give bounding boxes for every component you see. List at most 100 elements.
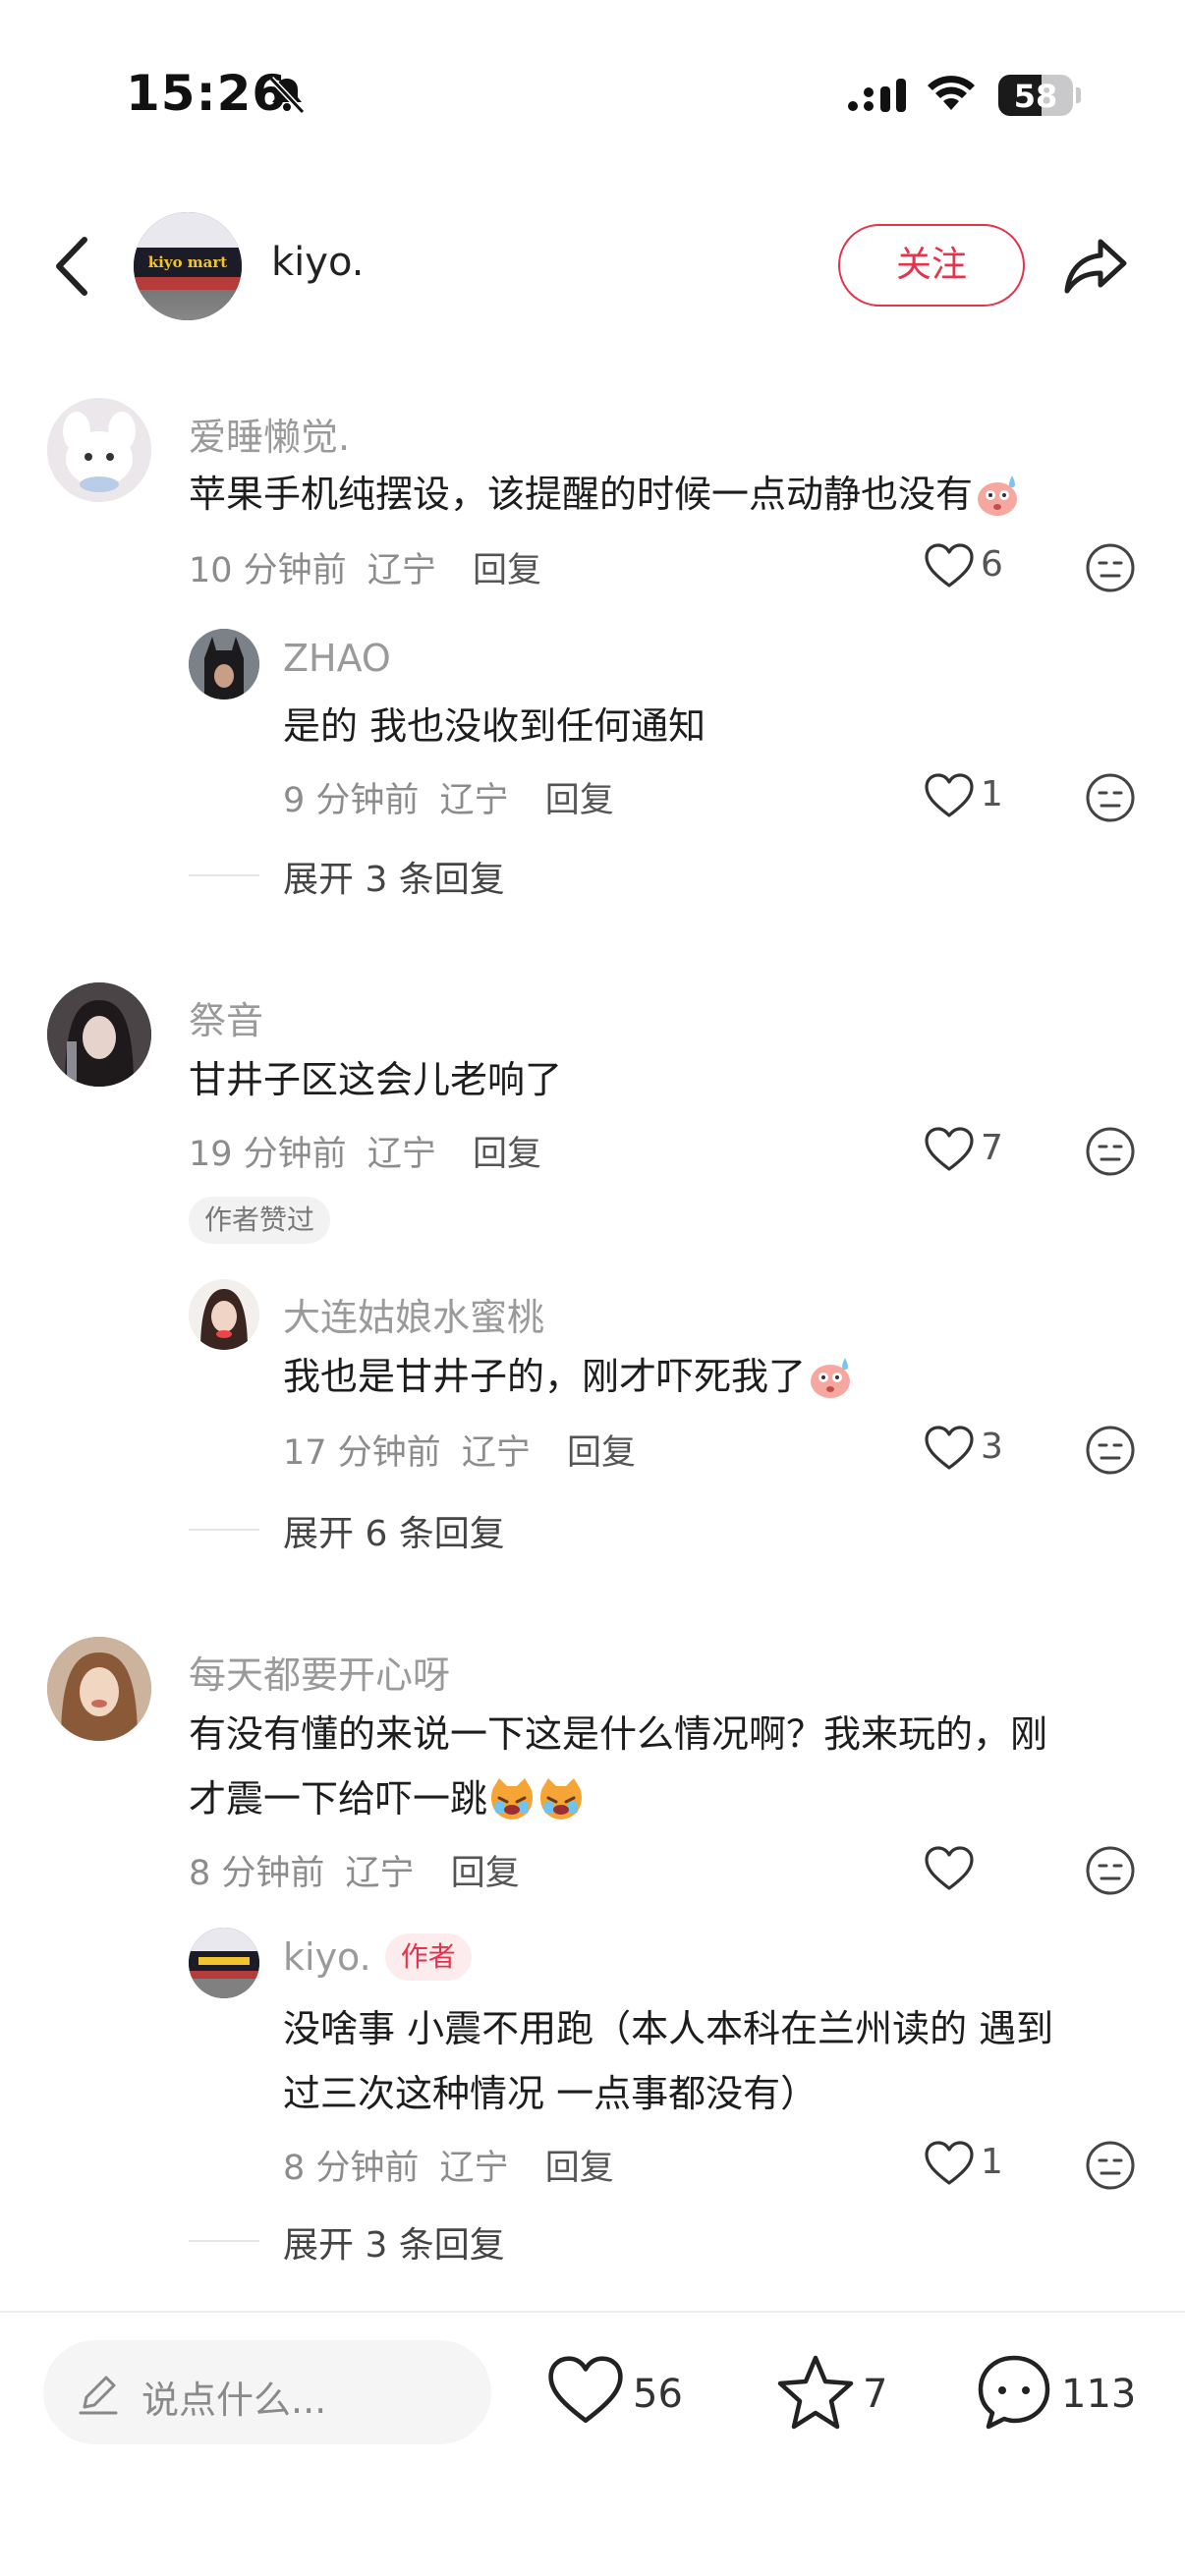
like-count: 1 <box>981 2142 1003 2182</box>
author-liked-badge: 作者赞过 <box>189 1197 331 1244</box>
avatar[interactable] <box>47 398 151 502</box>
share-icon[interactable] <box>1061 232 1130 301</box>
star-icon <box>777 2355 854 2430</box>
comment-username[interactable]: 每天都要开心呀 <box>189 1645 450 1699</box>
dislike-face-icon[interactable] <box>1085 2140 1136 2191</box>
avatar-batman-image <box>189 629 259 700</box>
reply-username[interactable]: 大连姑娘水蜜桃 <box>283 1287 544 1341</box>
comment-location: 辽宁 <box>367 1135 436 1174</box>
comment-time: 19 分钟前 <box>189 1135 347 1174</box>
comment-time: 8 分钟前 <box>189 1854 325 1893</box>
avatar-girl-image <box>47 1637 151 1741</box>
avatar[interactable] <box>47 982 151 1087</box>
like-count: 3 <box>981 1427 1003 1467</box>
comment-input[interactable]: 说点什么... <box>43 2340 491 2444</box>
comment-meta: 19 分钟前 辽宁 回复 <box>189 1126 541 1176</box>
battery-percent: 58 <box>1013 78 1058 115</box>
like-count: 6 <box>981 544 1003 585</box>
expand-divider <box>189 2240 259 2242</box>
post-collect-count: 7 <box>863 2372 888 2417</box>
avatar-store-sign: kiyo mart <box>134 248 242 277</box>
reply-button[interactable]: 回复 <box>567 1433 636 1473</box>
comment-username[interactable]: 爱睡懒觉. <box>189 407 350 461</box>
dislike-face-icon[interactable] <box>1085 1425 1136 1476</box>
comment-meta: 8 分钟前 辽宁 回复 <box>189 1845 520 1895</box>
heart-icon <box>548 2356 623 2424</box>
dislike-face-icon[interactable] <box>1085 1845 1136 1896</box>
post-collect-button[interactable]: 7 <box>776 2352 894 2435</box>
like-button[interactable]: 7 <box>924 1122 1042 1177</box>
reply-button[interactable]: 回复 <box>473 1135 541 1174</box>
like-button[interactable]: 1 <box>924 768 1042 823</box>
post-like-count: 56 <box>633 2372 683 2417</box>
comment-input-placeholder: 说点什么... <box>141 2379 327 2422</box>
like-button[interactable] <box>924 1841 1042 1896</box>
reply-location: 辽宁 <box>461 1433 531 1473</box>
comment-username[interactable]: 祭音 <box>189 990 263 1044</box>
comment-text: 苹果手机纯摆设，该提醒的时候一点动静也没有 <box>189 462 1022 527</box>
comment-text: 甘井子区这会儿老响了 <box>189 1058 563 1101</box>
comment-location: 辽宁 <box>345 1854 415 1893</box>
sweat-face-icon <box>811 1358 851 1398</box>
heart-icon <box>925 1127 974 1171</box>
reply-button[interactable]: 回复 <box>451 1854 520 1893</box>
reply-username[interactable]: ZHAO <box>283 637 391 680</box>
author-avatar[interactable]: kiyo mart <box>134 212 242 320</box>
like-button[interactable]: 1 <box>924 2136 1042 2191</box>
sweat-face-icon <box>978 476 1018 516</box>
comment-text: 有没有懂的来说一下这是什么情况啊？我来玩的，刚 才震一下给吓一跳 <box>189 1702 1132 1831</box>
avatar[interactable] <box>189 1928 259 1998</box>
reply-time: 8 分钟前 <box>283 2149 420 2188</box>
heart-icon <box>925 543 974 588</box>
heart-icon <box>925 1846 974 1890</box>
reply-text: 我也是甘井子的，刚才吓死我了 <box>283 1344 855 1409</box>
follow-button[interactable]: 关注 <box>838 224 1025 307</box>
reply-username: kiyo. 作者 <box>283 1933 472 1981</box>
bell-muted-icon <box>268 76 306 115</box>
wifi-icon <box>928 76 975 110</box>
reply-text: 没啥事 小震不用跑（本人本科在兰州读的 遇到 过三次这种情况 一点事都没有） <box>283 1996 1148 2126</box>
avatar-girl-image <box>47 982 151 1087</box>
avatar-girl-image <box>189 1279 259 1350</box>
reply-button[interactable]: 回复 <box>545 2149 614 2188</box>
dislike-face-icon[interactable] <box>1085 772 1136 823</box>
author-name[interactable]: kiyo. <box>271 240 364 285</box>
avatar-plush-image <box>47 398 151 502</box>
dislike-face-icon[interactable] <box>1085 542 1136 593</box>
comment-text-line: 才震一下给吓一跳 <box>189 1766 1132 1831</box>
comment-text-line: 有没有懂的来说一下这是什么情况啊？我来玩的，刚 <box>189 1712 1048 1756</box>
expand-replies-button[interactable]: 展开 6 条回复 <box>283 1505 505 1556</box>
author-badge: 作者 <box>384 1933 472 1981</box>
bottom-divider <box>0 2311 1185 2313</box>
expand-replies-button[interactable]: 展开 3 条回复 <box>283 851 505 902</box>
avatar[interactable] <box>189 1279 259 1350</box>
crying-cat-face-icon <box>540 1778 583 1820</box>
like-count: 1 <box>981 774 1003 814</box>
pencil-icon <box>79 2376 118 2415</box>
avatar[interactable] <box>47 1637 151 1741</box>
post-comment-button[interactable]: 113 <box>975 2352 1152 2435</box>
dislike-face-icon[interactable] <box>1085 1126 1136 1177</box>
reply-text: 是的 我也没收到任何通知 <box>283 704 706 748</box>
reply-meta: 17 分钟前 辽宁 回复 <box>283 1425 636 1475</box>
reply-button[interactable]: 回复 <box>473 551 541 590</box>
avatar[interactable] <box>189 629 259 700</box>
reply-text-line: 过三次这种情况 一点事都没有） <box>283 2072 818 2115</box>
reply-button[interactable]: 回复 <box>545 781 614 820</box>
expand-replies-button[interactable]: 展开 3 条回复 <box>283 2216 505 2268</box>
comment-meta: 10 分钟前 辽宁 回复 <box>189 542 541 592</box>
like-button[interactable]: 3 <box>924 1421 1042 1476</box>
battery-indicator: 58 <box>998 75 1081 116</box>
expand-divider <box>189 1529 259 1531</box>
comment-location: 辽宁 <box>367 551 436 590</box>
header-bar: kiyo mart kiyo. 关注 <box>0 196 1185 334</box>
reply-location: 辽宁 <box>439 2149 509 2188</box>
reply-username-text[interactable]: kiyo. <box>283 1935 371 1979</box>
comment-bubble-icon <box>978 2355 1050 2430</box>
like-button[interactable]: 6 <box>924 538 1042 593</box>
cellular-signal-icon <box>848 79 906 112</box>
reply-time: 9 分钟前 <box>283 781 420 820</box>
reply-text-line: 没啥事 小震不用跑（本人本科在兰州读的 遇到 <box>283 2007 1054 2050</box>
post-like-button[interactable]: 56 <box>546 2352 694 2435</box>
back-icon[interactable] <box>49 232 98 301</box>
